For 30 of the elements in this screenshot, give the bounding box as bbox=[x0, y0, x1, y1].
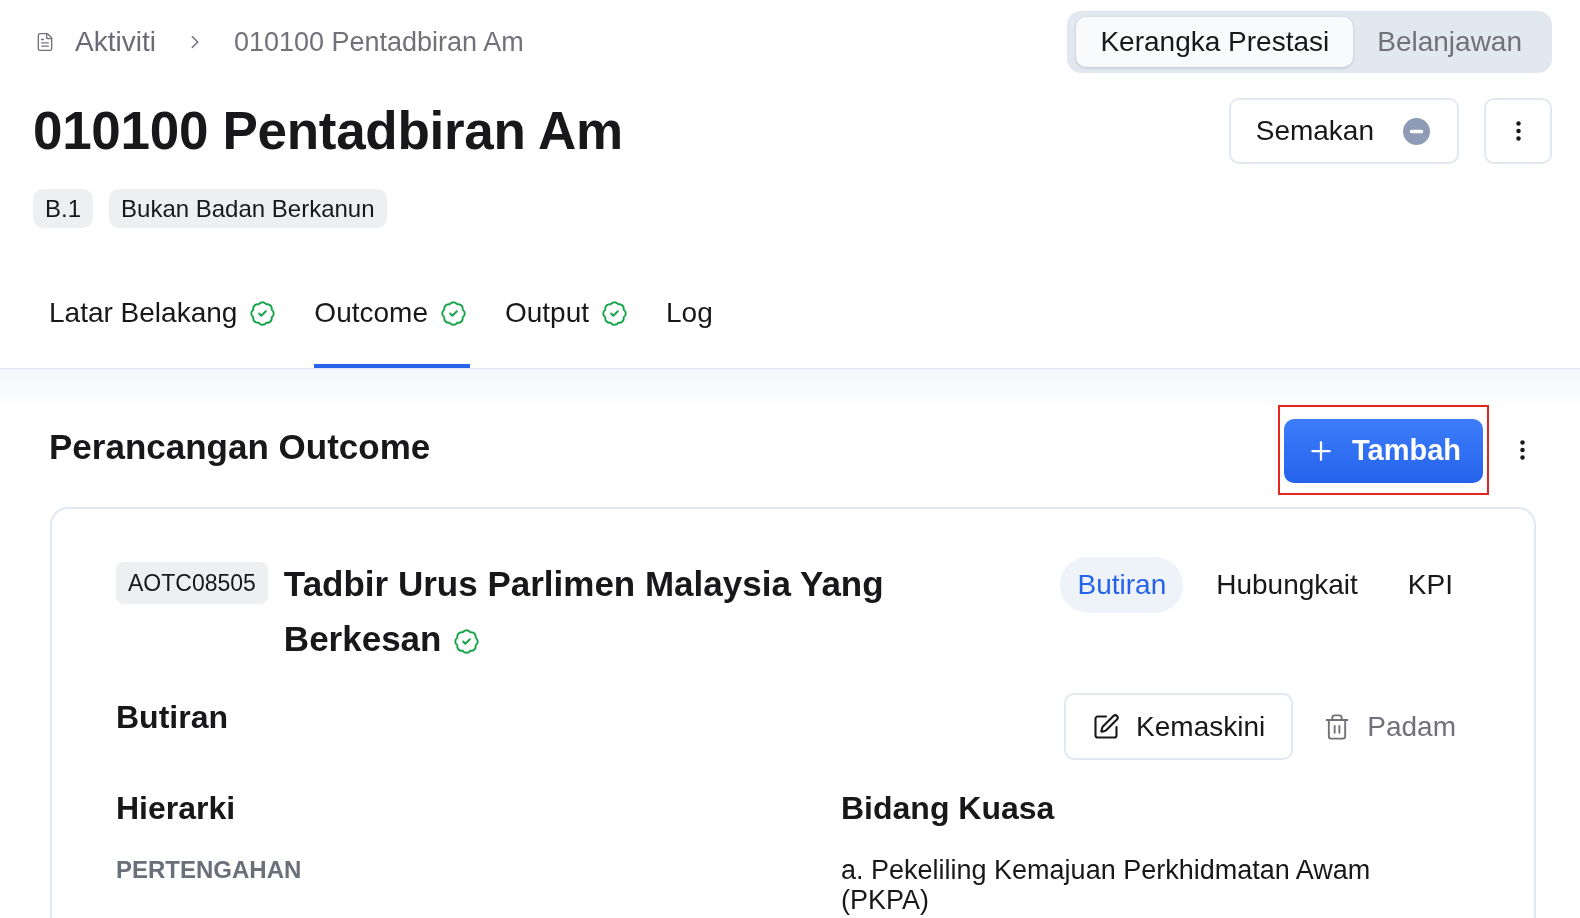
code-tag: AOTC08505 bbox=[116, 562, 268, 604]
tab[interactable]: Output bbox=[504, 280, 632, 368]
tag: B.1 bbox=[33, 189, 94, 228]
minus-circle-icon bbox=[1403, 117, 1430, 145]
view-switch-tab[interactable]: Kerangka Prestasi bbox=[1076, 17, 1354, 67]
tag: Bukan Badan Berkanun bbox=[109, 189, 387, 228]
breadcrumb-link[interactable]: Aktiviti bbox=[75, 25, 156, 59]
detail-tab[interactable]: KPI bbox=[1390, 557, 1470, 613]
status-button[interactable]: Semakan bbox=[1228, 98, 1459, 164]
document-icon bbox=[35, 32, 55, 52]
detail-tab[interactable]: Hubungkait bbox=[1199, 557, 1375, 613]
detail-tab[interactable]: Butiran bbox=[1060, 557, 1184, 613]
field-value: PERTENGAHAN bbox=[116, 855, 302, 885]
details-heading: Butiran bbox=[116, 698, 228, 737]
more-vertical-icon bbox=[1515, 121, 1521, 141]
more-vertical-icon bbox=[1519, 440, 1525, 460]
field-value: a. Pekeliling Kemajuan Perkhidmatan Awam (PKPA) bbox=[841, 855, 1372, 915]
delete-button[interactable]: Padam bbox=[1309, 693, 1470, 760]
breadcrumb-current-page: 010100 Pentadbiran Am bbox=[233, 26, 524, 59]
pencil-square-icon bbox=[1092, 712, 1121, 741]
page-title: 010100 Pentadbiran Am bbox=[33, 100, 623, 162]
edit-button[interactable]: Kemaskini bbox=[1064, 693, 1294, 760]
outcome-title: Tadbir Urus Parlimen Malaysia Yang Berkesan bbox=[283, 563, 885, 660]
view-switch-tab[interactable]: Belanjawan bbox=[1353, 17, 1546, 67]
field-heading: Hierarki bbox=[116, 789, 236, 828]
tab[interactable]: Log bbox=[666, 280, 716, 368]
tab[interactable]: Latar Belakang bbox=[49, 280, 280, 368]
section-title: Perancangan Outcome bbox=[49, 426, 431, 468]
field-heading: Bidang Kuasa bbox=[841, 789, 1055, 828]
add-button[interactable]: Tambah bbox=[1284, 419, 1483, 483]
